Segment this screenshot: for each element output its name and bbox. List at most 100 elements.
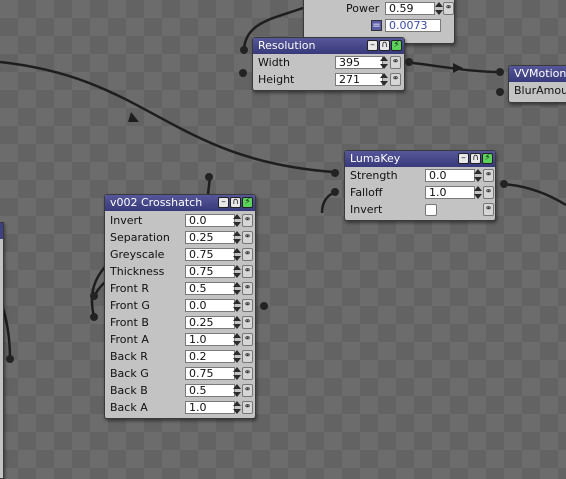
link-icon[interactable]: ⚭ <box>390 73 401 86</box>
falloff-value-field[interactable]: 1.0 <box>425 186 475 199</box>
param-label: Invert <box>110 214 143 227</box>
node-crosshatch[interactable]: v002 Crosshatch – ∩ ⚡ Invert 0.0 ⚭ Separat… <box>104 194 256 419</box>
param-value-field[interactable]: 0.5 <box>185 282 235 295</box>
param-row: Back R 0.2 ⚭ <box>105 348 255 365</box>
power-stepper[interactable] <box>435 2 443 15</box>
node-resolution[interactable]: Resolution – ∩ ⚡ Width 395 ⚭ Height 271 … <box>252 37 405 91</box>
param-value-field[interactable]: 1.0 <box>185 401 235 414</box>
output-port[interactable] <box>6 355 14 363</box>
input-port[interactable] <box>496 88 504 96</box>
falloff-stepper[interactable] <box>474 186 482 199</box>
width-value-field[interactable]: 395 <box>335 56 383 69</box>
input-port[interactable] <box>331 169 339 177</box>
link-icon[interactable]: ⚭ <box>390 56 401 69</box>
input-port[interactable] <box>239 69 247 77</box>
lock-icon[interactable]: ∩ <box>230 197 241 208</box>
width-stepper[interactable] <box>380 56 388 69</box>
param-label: Front B <box>110 316 149 329</box>
output-port[interactable] <box>500 180 508 188</box>
link-icon[interactable]: ⚭ <box>242 384 253 397</box>
strength-value-field[interactable]: 0.0 <box>425 169 475 182</box>
param-label: Back B <box>110 384 148 397</box>
param-value-field[interactable]: 1.0 <box>185 333 235 346</box>
link-icon[interactable]: ⚭ <box>242 316 253 329</box>
param-row: Back A 1.0 ⚭ <box>105 399 255 416</box>
output-port[interactable] <box>405 58 413 66</box>
link-icon[interactable]: ⚭ <box>483 203 494 216</box>
link-icon[interactable]: ⚭ <box>242 367 253 380</box>
param-value-field[interactable]: 0.0 <box>185 299 235 312</box>
param-stepper[interactable] <box>233 214 241 227</box>
link-icon[interactable]: ⚭ <box>242 214 253 227</box>
param-stepper[interactable] <box>233 316 241 329</box>
input-port[interactable] <box>90 292 98 300</box>
input-port[interactable] <box>496 68 504 76</box>
strength-stepper[interactable] <box>474 169 482 182</box>
param-row: Greyscale 0.75 ⚭ <box>105 246 255 263</box>
link-icon[interactable]: ⚭ <box>242 333 253 346</box>
param-value-field[interactable]: 0.5 <box>185 384 235 397</box>
param-stepper[interactable] <box>233 248 241 261</box>
lock-icon[interactable]: ∩ <box>470 153 481 164</box>
link-icon[interactable]: ⚭ <box>242 248 253 261</box>
param-stepper[interactable] <box>233 231 241 244</box>
expression-value-field[interactable]: 0.0073 <box>385 19 441 32</box>
node-header[interactable]: Resolution – ∩ ⚡ <box>253 38 404 54</box>
param-stepper[interactable] <box>233 333 241 346</box>
link-icon[interactable]: ⚭ <box>242 350 253 363</box>
param-stepper[interactable] <box>233 265 241 278</box>
link-icon[interactable]: ⚭ <box>242 299 253 312</box>
node-lumakey[interactable]: LumaKey – ∩ ⚡ Strength 0.0 ⚭ Falloff 1.0… <box>344 150 496 221</box>
node-vvmotionblur[interactable]: VVMotionB BlurAmou <box>508 65 566 103</box>
enable-icon[interactable]: ⚡ <box>242 197 253 208</box>
param-label: Back R <box>110 350 148 363</box>
partial-node-left[interactable] <box>0 222 4 479</box>
param-value-field[interactable]: 0.75 <box>185 265 235 278</box>
height-stepper[interactable] <box>380 73 388 86</box>
param-row: Back G 0.75 ⚭ <box>105 365 255 382</box>
param-stepper[interactable] <box>233 299 241 312</box>
expression-icon[interactable]: = <box>371 20 382 31</box>
param-stepper[interactable] <box>233 350 241 363</box>
link-icon[interactable]: ⚭ <box>483 186 494 199</box>
link-icon[interactable]: ⚭ <box>483 169 494 182</box>
param-value-field[interactable]: 0.2 <box>185 350 235 363</box>
minimize-icon[interactable]: – <box>367 40 378 51</box>
node-header-icons: – ∩ ⚡ <box>367 40 402 51</box>
input-port[interactable] <box>205 173 213 181</box>
param-stepper[interactable] <box>233 401 241 414</box>
param-value-field[interactable]: 0.75 <box>185 248 235 261</box>
param-row: Front A 1.0 ⚭ <box>105 331 255 348</box>
enable-icon[interactable]: ⚡ <box>482 153 493 164</box>
output-port[interactable] <box>260 302 268 310</box>
param-value-field[interactable]: 0.75 <box>185 367 235 380</box>
link-icon[interactable]: ⚭ <box>242 265 253 278</box>
input-port[interactable] <box>90 313 98 321</box>
param-row: Back B 0.5 ⚭ <box>105 382 255 399</box>
invert-checkbox[interactable] <box>425 204 437 216</box>
param-label: Thickness <box>110 265 165 278</box>
link-icon[interactable]: ⚭ <box>242 401 253 414</box>
link-icon[interactable]: ⚭ <box>242 282 253 295</box>
enable-icon[interactable]: ⚡ <box>391 40 402 51</box>
minimize-icon[interactable]: – <box>218 197 229 208</box>
param-stepper[interactable] <box>233 384 241 397</box>
height-value-field[interactable]: 271 <box>335 73 383 86</box>
link-icon[interactable]: ⚭ <box>242 231 253 244</box>
lock-icon[interactable]: ∩ <box>379 40 390 51</box>
param-row-width: Width 395 ⚭ <box>253 54 404 71</box>
link-icon[interactable]: ⚭ <box>443 2 454 15</box>
param-value-field[interactable]: 0.25 <box>185 231 235 244</box>
minimize-icon[interactable]: – <box>458 153 469 164</box>
param-stepper[interactable] <box>233 282 241 295</box>
node-header[interactable]: v002 Crosshatch – ∩ ⚡ <box>105 195 255 211</box>
node-header[interactable]: VVMotionB <box>509 66 566 82</box>
node-header[interactable]: LumaKey – ∩ ⚡ <box>345 151 495 167</box>
param-value-field[interactable]: 0.25 <box>185 316 235 329</box>
input-port[interactable] <box>331 188 339 196</box>
param-list: Invert 0.0 ⚭ Separation 0.25 ⚭ Greyscale 0.75… <box>105 211 255 416</box>
param-stepper[interactable] <box>233 367 241 380</box>
input-port[interactable] <box>240 46 248 54</box>
power-value-field[interactable]: 0.59 <box>385 2 435 15</box>
param-value-field[interactable]: 0.0 <box>185 214 235 227</box>
